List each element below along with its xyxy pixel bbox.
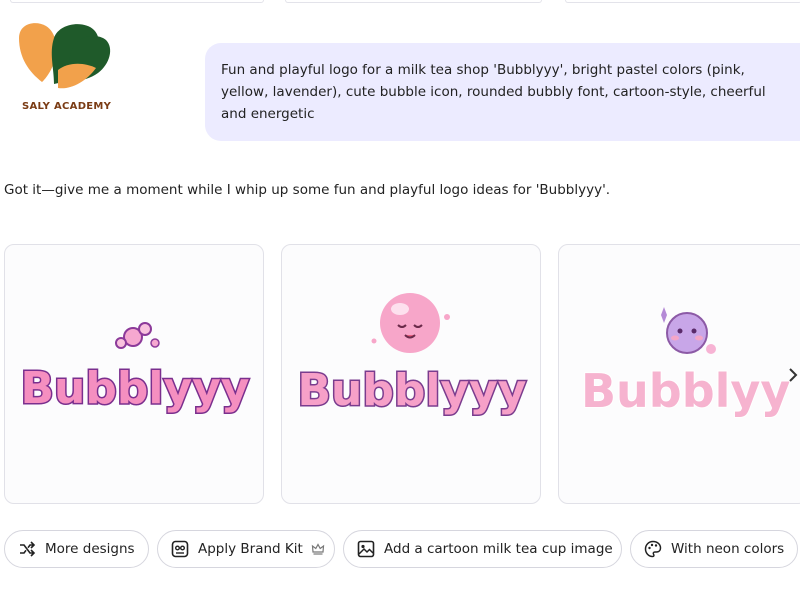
shuffle-icon [17,539,37,559]
chip-label: Add a cartoon milk tea cup image [384,541,613,557]
chevron-right-icon [789,368,798,382]
previous-card-edge [285,0,542,3]
chip-label: Apply Brand Kit [198,541,303,557]
chip-label: With neon colors [671,541,785,557]
carousel-next-button[interactable] [784,364,800,386]
crown-icon [311,542,325,556]
design-wordmark: Bubblyy [581,364,790,418]
design-wordmark: Bubblyyy [298,365,527,416]
previous-card-edge [10,0,264,3]
bubblyyy-logo-image: Bubblyyy [19,322,251,416]
bubblyy-logo-image: Bubblyy [580,307,791,419]
design-wordmark: Bubblyyy [21,363,250,414]
more-designs-button[interactable]: More designs [4,530,149,568]
design-card-2[interactable]: Bubblyyy [281,244,541,504]
leaf-heart-icon [19,23,111,89]
prompt-text: Fun and playful logo for a milk tea shop… [221,62,766,122]
palette-icon [643,539,663,559]
assistant-reply: Got it—give me a moment while I whip up … [4,182,611,198]
chip-label: More designs [45,541,135,557]
brand-kit-icon [170,539,190,559]
design-card-1[interactable]: Bubblyyy [4,244,264,504]
add-cartoon-cup-button[interactable]: Add a cartoon milk tea cup image [343,530,622,568]
apply-brand-kit-button[interactable]: Apply Brand Kit [157,530,335,568]
user-prompt-bubble: Fun and playful logo for a milk tea shop… [205,43,800,141]
brand-logo: SALY ACADEMY [14,18,124,118]
previous-card-edge [565,0,800,3]
design-card-3[interactable]: Bubblyy [558,244,800,504]
image-icon [356,539,376,559]
bubblyyy-logo-image: Bubblyyy [296,293,528,418]
brand-name: SALY ACADEMY [22,101,112,112]
neon-colors-button[interactable]: With neon colors [630,530,798,568]
